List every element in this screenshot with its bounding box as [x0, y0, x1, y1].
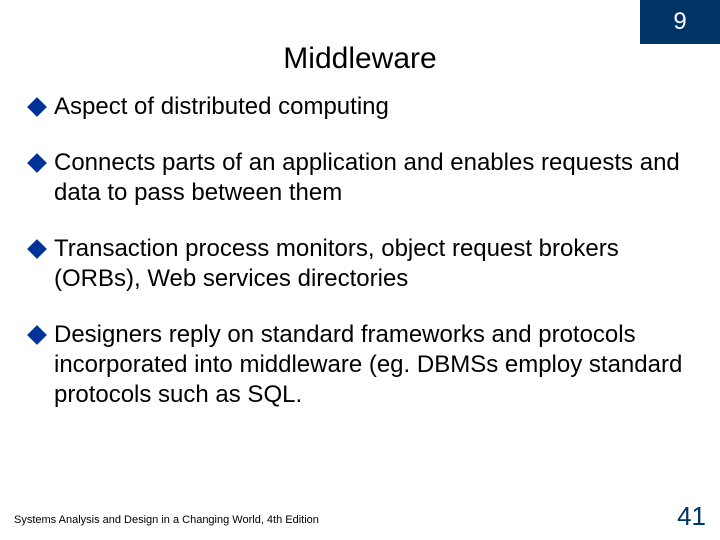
bullet-text: Aspect of distributed computing: [54, 92, 690, 122]
page-number: 41: [677, 501, 706, 532]
diamond-bullet-icon: [27, 325, 47, 345]
bullet-text: Connects parts of an application and ena…: [54, 148, 690, 208]
bullet-item: Designers reply on standard frameworks a…: [30, 320, 690, 410]
bullet-text: Transaction process monitors, object req…: [54, 234, 690, 294]
slide-title: Middleware: [0, 42, 720, 76]
slide-body: Aspect of distributed computing Connects…: [30, 92, 690, 436]
diamond-bullet-icon: [27, 97, 47, 117]
footer-text: Systems Analysis and Design in a Changin…: [14, 514, 319, 526]
diamond-bullet-icon: [27, 239, 47, 259]
bullet-item: Aspect of distributed computing: [30, 92, 690, 122]
diamond-bullet-icon: [27, 153, 47, 173]
bullet-text: Designers reply on standard frameworks a…: [54, 320, 690, 410]
bullet-item: Transaction process monitors, object req…: [30, 234, 690, 294]
chapter-number: 9: [673, 8, 686, 36]
chapter-number-box: 9: [640, 0, 720, 44]
slide: 9 Middleware Aspect of distributed compu…: [0, 0, 720, 540]
bullet-item: Connects parts of an application and ena…: [30, 148, 690, 208]
